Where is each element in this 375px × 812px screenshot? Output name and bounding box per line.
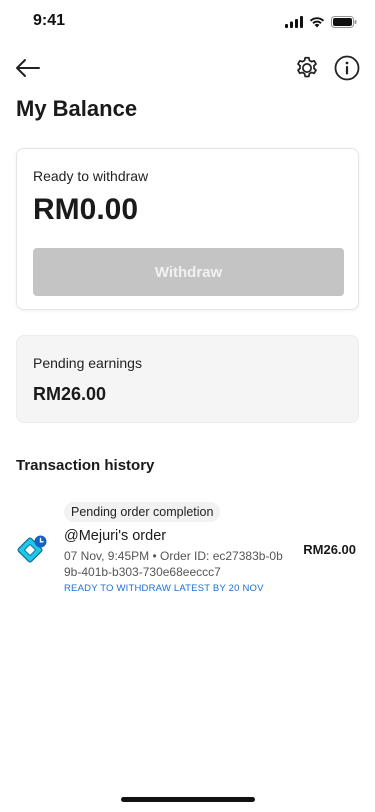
pending-payment-icon <box>16 532 50 566</box>
withdraw-button[interactable]: Withdraw <box>33 248 344 296</box>
transaction-meta: 07 Nov, 9:45PM • Order ID: ec27383b-0b9b… <box>64 549 283 579</box>
withdraw-deadline-note: READY TO WITHDRAW LATEST BY 20 NOV <box>64 583 264 594</box>
withdraw-label: Ready to withdraw <box>33 168 149 184</box>
transaction-row[interactable]: Pending order completion @Mejuri's order… <box>0 500 375 600</box>
signal-icon <box>285 15 303 33</box>
gear-icon <box>297 56 317 78</box>
status-time: 9:41 <box>33 12 66 29</box>
back-button[interactable] <box>14 54 42 82</box>
withdraw-amount: RM0.00 <box>33 193 139 226</box>
transaction-title: @Mejuri's order <box>64 528 167 544</box>
transaction-amount: RM26.00 <box>303 542 356 557</box>
info-button[interactable] <box>333 54 361 82</box>
home-indicator <box>121 797 255 802</box>
settings-button[interactable] <box>293 54 321 82</box>
withdraw-card: Ready to withdraw RM0.00 Withdraw <box>16 148 359 310</box>
transaction-history-title: Transaction history <box>16 457 155 474</box>
arrow-left-icon <box>16 59 40 77</box>
battery-icon <box>331 15 357 33</box>
pending-earnings-label: Pending earnings <box>33 355 142 371</box>
page-title: My Balance <box>16 96 138 121</box>
pending-earnings-amount: RM26.00 <box>33 384 107 404</box>
info-icon <box>334 55 360 81</box>
status-icons <box>285 15 357 33</box>
status-bar: 9:41 <box>0 0 375 44</box>
top-nav <box>0 52 375 84</box>
status-badge: Pending order completion <box>64 502 221 522</box>
wifi-icon <box>309 15 325 33</box>
pending-earnings-card: Pending earnings RM26.00 <box>16 335 359 423</box>
